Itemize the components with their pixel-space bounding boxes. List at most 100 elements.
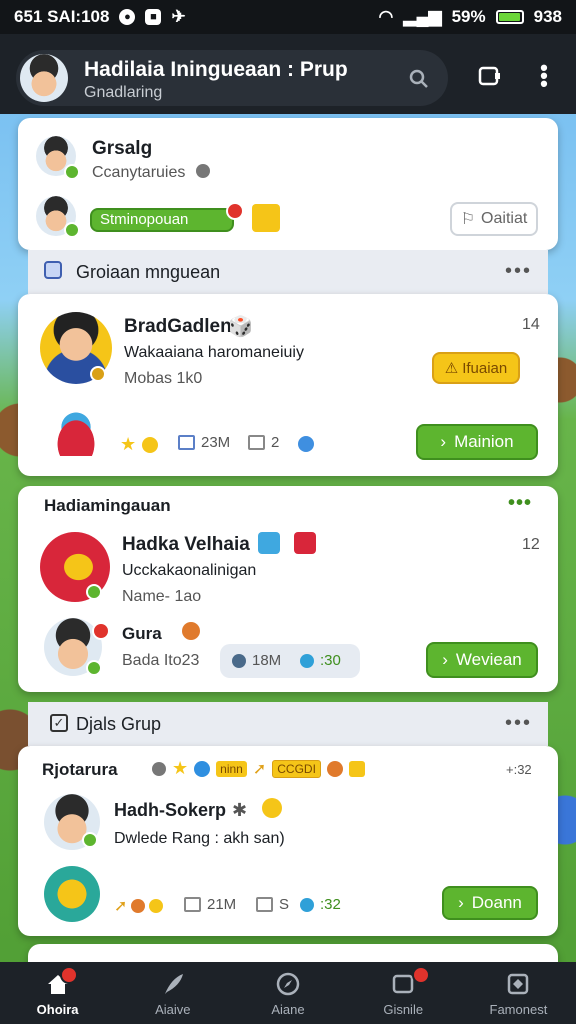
- avatar[interactable]: [44, 866, 100, 922]
- open-button[interactable]: › Mainion: [416, 424, 538, 460]
- emoji-icon: [326, 760, 343, 777]
- views-count: 18M: [252, 652, 282, 669]
- card-header: Hadiamingauan: [44, 496, 171, 515]
- clock: 938: [533, 7, 562, 26]
- nav-label: Famonest: [489, 1002, 548, 1017]
- view-label: Weviean: [455, 650, 522, 669]
- more-icon[interactable]: •••: [505, 712, 532, 735]
- nav-item-games[interactable]: Gisnile: [346, 962, 461, 1024]
- verified-badge: [86, 584, 102, 600]
- chat-time: 14: [522, 316, 540, 333]
- airplane-icon: ✈: [171, 7, 186, 26]
- coin-icon: [149, 899, 164, 913]
- views-count: 23M: [201, 434, 231, 451]
- app-icon: ■: [145, 9, 162, 25]
- chat-card[interactable]: Rjotarura ★ ninn ➚ CCGDI +:32 Hadh-Soker…: [18, 746, 558, 936]
- chevron-right-icon: ›: [458, 893, 464, 912]
- comments-stat: 2: [248, 434, 279, 451]
- verified-badge: [90, 366, 106, 382]
- reaction-stat: ➚: [114, 896, 164, 916]
- top-card: Grsalg Ccanytaruies Stminopouan ⚐ Oaitia…: [18, 118, 558, 250]
- badge-icon: [294, 532, 316, 554]
- chat-card[interactable]: Hadiamingauan ••• Hadka Velhaia Ucckakao…: [18, 486, 558, 692]
- battery-icon: [495, 10, 524, 24]
- chat-card[interactable]: BradGadlen 🎲 Wakaaiana haromaneiuiy Moba…: [18, 294, 558, 476]
- progress-pill: Stminopouan: [90, 208, 234, 232]
- chevron-right-icon: ›: [442, 650, 448, 669]
- nav-item-explore[interactable]: Aiane: [230, 962, 345, 1024]
- flag-icon: ⚐: [460, 211, 476, 228]
- chat-name: BradGadlen: [124, 316, 232, 337]
- image-icon: [184, 897, 201, 912]
- flame-icon: ➚: [114, 898, 128, 915]
- alert-dot: [92, 622, 110, 640]
- nav-item-more[interactable]: Famonest: [461, 962, 576, 1024]
- chat-name: Hadka Velhaia: [122, 534, 250, 555]
- yellow-btn-label: Ifuaian: [462, 359, 508, 377]
- comments-count: 2: [271, 434, 280, 451]
- view-button[interactable]: › Weviean: [426, 642, 538, 678]
- more-menu-icon[interactable]: • • •: [534, 57, 554, 95]
- gift-icon: [258, 532, 280, 554]
- group-avatar[interactable]: [20, 54, 68, 102]
- app-bar: Hadilaia Iningueaan : Prup Gnadlaring • •…: [0, 34, 576, 114]
- section-header[interactable]: Groiaan mnguean •••: [28, 250, 548, 294]
- verified-badge: [86, 660, 102, 676]
- nav-item-archive[interactable]: Aiaive: [115, 962, 230, 1024]
- battery-text: 59%: [451, 7, 486, 26]
- star-icon: ★: [172, 758, 189, 778]
- group-title: Hadilaia Iningueaan : Prup: [84, 58, 348, 81]
- views-stat: 23M: [178, 434, 230, 451]
- action-button[interactable]: ⚐ Oaitiat: [450, 202, 538, 236]
- chat-name: Hadh-Sokerp: [114, 800, 227, 820]
- status-bar: 651 SAI:108 ● ■ ✈ ◠ ▂▄▆ 59% 938: [0, 0, 576, 34]
- image-icon: [178, 435, 195, 450]
- share-icon[interactable]: [298, 436, 314, 452]
- nav-label: Aiane: [271, 1002, 305, 1017]
- compass-icon: [274, 970, 302, 998]
- section-title: Djals Grup: [76, 714, 162, 734]
- comments-stat: S: [256, 896, 289, 913]
- nav-item-home[interactable]: Ohoira: [0, 962, 115, 1024]
- chat-icon: [248, 435, 265, 450]
- folder-icon[interactable]: [252, 204, 280, 232]
- open-button[interactable]: › Doann: [442, 886, 538, 920]
- checkbox-icon[interactable]: ✓: [50, 714, 68, 732]
- nav-label: Aiaive: [155, 1002, 191, 1017]
- star-icon: ★: [120, 434, 137, 454]
- member-subtext: Bada Ito23: [122, 652, 200, 669]
- more-icon[interactable]: •••: [505, 260, 532, 283]
- chat-meta: Mobas 1k0: [124, 370, 203, 387]
- corner-stat: +:32: [506, 762, 532, 777]
- clock-icon: [300, 897, 314, 912]
- reaction-icon: [152, 761, 166, 776]
- verified-badge: [64, 164, 80, 180]
- open-label: Doann: [471, 893, 522, 912]
- group-subtitle: Gnadlaring: [84, 84, 163, 101]
- search-icon[interactable]: [406, 66, 432, 92]
- emoji-icon: [182, 622, 200, 640]
- group-title-pill[interactable]: Hadilaia Iningueaan : Prup Gnadlaring: [16, 50, 448, 106]
- section-header[interactable]: ✓ Djals Grup •••: [28, 702, 548, 746]
- more-icon[interactable]: •••: [508, 492, 532, 515]
- yellow-action-button[interactable]: ⚠ Ifuaian: [432, 352, 520, 384]
- coin-icon: [142, 436, 159, 453]
- clock-icon: [300, 653, 314, 668]
- sticker-icon: 🎲: [228, 316, 253, 338]
- verified-badge: [64, 222, 80, 238]
- member-subtext: Ccanytaruies: [92, 164, 186, 181]
- nav-label: Ohoira: [36, 1002, 79, 1017]
- notification-icon: ●: [119, 9, 136, 25]
- views-stat: 18M: [232, 652, 281, 669]
- comments-count: S: [279, 896, 290, 913]
- gift-icon: [348, 760, 365, 777]
- progress-label: Stminopouan: [100, 211, 189, 228]
- video-call-icon[interactable]: [476, 62, 504, 90]
- chat-message: Dwlede Rang : akh san): [114, 830, 285, 847]
- smile-icon: [262, 798, 282, 818]
- chevron-right-icon: ›: [440, 432, 447, 451]
- alert-dot: [226, 202, 244, 220]
- settings-icon: [504, 970, 532, 998]
- status-left-text: 651 SAI:108: [14, 7, 110, 26]
- bottom-nav: Ohoira Aiaive Aiane Gisnile Famonest: [0, 962, 576, 1024]
